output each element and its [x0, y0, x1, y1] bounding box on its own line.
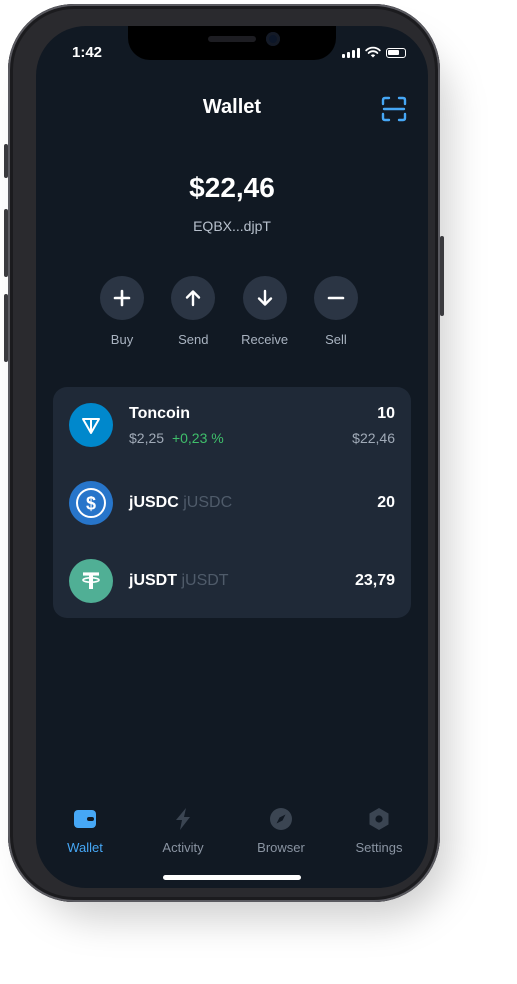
- token-name: Toncoin: [129, 405, 191, 422]
- send-button[interactable]: Send: [163, 276, 223, 347]
- sell-label: Sell: [325, 332, 347, 347]
- tab-label: Settings: [355, 840, 403, 855]
- svg-text:$: $: [86, 494, 96, 514]
- page-title: Wallet: [202, 96, 262, 118]
- send-label: Send: [178, 332, 209, 347]
- token-row-jusdc[interactable]: $ jUSDC jUSDC 20: [53, 473, 411, 533]
- wifi-icon: [365, 46, 381, 58]
- token-change: +0,23 %: [171, 430, 224, 446]
- screen: 1:42 Wallet $22,46 EQBX...djpT Buy Send …: [36, 26, 428, 888]
- tab-browser[interactable]: Browser: [232, 806, 330, 855]
- camera: [266, 32, 280, 46]
- token-ticker: jUSDT: [181, 572, 229, 589]
- settings-icon: [369, 808, 389, 830]
- speaker: [208, 36, 256, 42]
- token-name: jUSDT: [129, 572, 177, 589]
- lightning-icon: [176, 808, 190, 830]
- receive-label: Receive: [241, 332, 289, 347]
- volume-up-button: [4, 209, 8, 277]
- tab-settings[interactable]: Settings: [330, 806, 428, 855]
- receive-circle[interactable]: [242, 276, 287, 320]
- token-value: $22,46: [352, 430, 395, 446]
- tab-activity[interactable]: Activity: [134, 806, 232, 855]
- receive-button[interactable]: Receive: [235, 276, 295, 347]
- token-name-line: jUSDC jUSDC: [129, 494, 232, 512]
- wallet-address[interactable]: EQBX...djpT: [36, 218, 428, 234]
- tab-wallet[interactable]: Wallet: [36, 806, 134, 855]
- token-list: Toncoin $2,25 +0,23 % 10 $22,46 $ jUSDC: [53, 387, 411, 618]
- signal-icon: [342, 48, 360, 58]
- buy-label: Buy: [110, 332, 134, 347]
- compass-icon: [270, 808, 292, 830]
- tab-label: Wallet: [67, 840, 103, 855]
- phone-frame: 1:42 Wallet $22,46 EQBX...djpT Buy Send …: [4, 4, 444, 902]
- action-bar: Buy Send Receive Sell: [100, 276, 366, 347]
- usdc-icon: $: [69, 481, 113, 525]
- toncoin-icon: [69, 403, 113, 447]
- token-name-line: jUSDT jUSDT: [129, 572, 229, 590]
- scan-icon[interactable]: [381, 96, 407, 122]
- token-ticker: jUSDC: [183, 494, 233, 511]
- tab-label: Browser: [257, 840, 305, 855]
- tab-label: Activity: [162, 840, 204, 855]
- token-row-toncoin[interactable]: Toncoin $2,25 +0,23 % 10 $22,46: [53, 395, 411, 455]
- volume-down-button: [4, 294, 8, 362]
- status-time: 1:42: [72, 44, 103, 61]
- notch: [128, 26, 336, 60]
- send-circle[interactable]: [171, 276, 216, 320]
- battery-icon: [386, 48, 406, 58]
- arrow-down-icon: [257, 289, 272, 306]
- home-indicator[interactable]: [163, 875, 301, 880]
- token-row-jusdt[interactable]: jUSDT jUSDT 23,79: [53, 551, 411, 611]
- buy-circle[interactable]: [100, 276, 144, 320]
- arrow-up-icon: [186, 290, 201, 307]
- wallet-balance: $22,46: [189, 172, 275, 203]
- token-name: jUSDC: [129, 494, 179, 511]
- token-price-line: $2,25 +0,23 %: [129, 430, 224, 446]
- tab-bar: Wallet Activity Browser Settings: [36, 806, 428, 855]
- token-amount: 23,79: [354, 572, 395, 589]
- minus-icon: [327, 296, 345, 300]
- sell-circle[interactable]: [313, 276, 358, 320]
- plus-icon: [113, 289, 131, 307]
- token-amount: 10: [377, 405, 395, 422]
- status-icons: [342, 46, 406, 58]
- token-price: $2,25: [129, 430, 165, 446]
- token-amount: 20: [377, 494, 395, 511]
- mute-switch: [4, 144, 8, 178]
- buy-button[interactable]: Buy: [92, 276, 152, 347]
- wallet-icon: [74, 810, 96, 828]
- usdt-icon: [69, 559, 113, 603]
- power-button: [440, 236, 444, 316]
- sell-button[interactable]: Sell: [306, 276, 366, 347]
